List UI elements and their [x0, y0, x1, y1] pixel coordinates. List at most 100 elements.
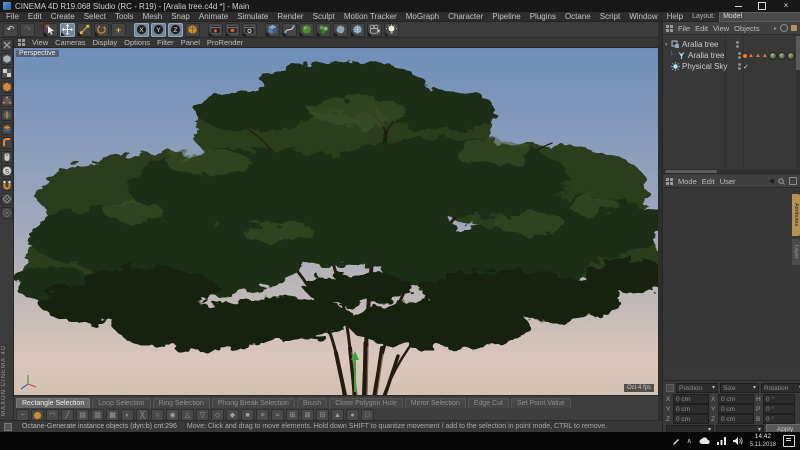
- material-tag-icon[interactable]: [769, 52, 777, 60]
- menu-character[interactable]: Character: [448, 12, 483, 21]
- menu-simulate[interactable]: Simulate: [237, 12, 268, 21]
- vp-menu-options[interactable]: Options: [124, 38, 150, 47]
- layout-select[interactable]: Model ▾: [719, 12, 800, 22]
- add-light-icon[interactable]: [384, 23, 399, 37]
- add-mograph-icon[interactable]: [316, 23, 331, 37]
- edit-render-settings-icon[interactable]: [242, 23, 257, 37]
- vp-menu-filter[interactable]: Filter: [157, 38, 174, 47]
- make-editable-icon[interactable]: [1, 39, 13, 51]
- visibility-dots[interactable]: [738, 52, 741, 59]
- close-button[interactable]: ×: [781, 2, 791, 11]
- material-tag-icon[interactable]: [778, 52, 786, 60]
- material-tag-icon[interactable]: [787, 52, 795, 60]
- menu-snap[interactable]: Snap: [171, 12, 190, 21]
- live-selection-icon[interactable]: [43, 23, 58, 37]
- model-mode-icon[interactable]: [1, 53, 13, 65]
- object-name[interactable]: Physical Sky: [682, 62, 727, 71]
- rotate-tool-icon[interactable]: [94, 23, 109, 37]
- octane-tag-icon[interactable]: [743, 54, 747, 58]
- vp-menu-prorender[interactable]: ProRender: [207, 38, 243, 47]
- position-z-field[interactable]: 0 cm: [673, 414, 709, 424]
- vp-menu-display[interactable]: Display: [93, 38, 118, 47]
- palette-tab[interactable]: Ring Selection: [153, 398, 210, 408]
- visibility-dots[interactable]: [738, 63, 741, 70]
- om-vertical-scrollbar[interactable]: [796, 34, 800, 168]
- position-x-field[interactable]: 0 cm: [673, 394, 709, 404]
- texture-mode-icon[interactable]: [1, 67, 13, 79]
- palette-tab[interactable]: Mirror Selection: [405, 398, 466, 408]
- om-menu-edit[interactable]: Edit: [695, 24, 708, 33]
- move-tool-icon[interactable]: [60, 23, 75, 37]
- points-mode-icon[interactable]: [1, 95, 13, 107]
- search-path-icon[interactable]: [780, 24, 788, 32]
- om-menu-file[interactable]: File: [678, 24, 690, 33]
- rotation-h-field[interactable]: 0 °: [763, 394, 795, 404]
- object-name[interactable]: Aralia tree: [682, 40, 718, 49]
- menu-file[interactable]: File: [6, 12, 19, 21]
- add-generator-icon[interactable]: [299, 23, 314, 37]
- menu-script[interactable]: Script: [600, 12, 620, 21]
- enable-axis-icon[interactable]: [1, 137, 13, 149]
- am-menu-edit[interactable]: Edit: [702, 177, 715, 186]
- menu-tools[interactable]: Tools: [115, 12, 134, 21]
- size-z-field[interactable]: 0 cm: [718, 414, 754, 424]
- am-menu-user[interactable]: User: [720, 177, 736, 186]
- add-primitive-icon[interactable]: [265, 23, 280, 37]
- filter-icon[interactable]: [791, 25, 797, 31]
- menu-create[interactable]: Create: [51, 12, 75, 21]
- vp-menu-panel[interactable]: Panel: [181, 38, 200, 47]
- position-mode-select[interactable]: Position▾: [676, 383, 718, 393]
- add-environment-icon[interactable]: [350, 23, 365, 37]
- menu-pipeline[interactable]: Pipeline: [492, 12, 520, 21]
- scale-tool-icon[interactable]: [77, 23, 92, 37]
- polygons-mode-icon[interactable]: [1, 123, 13, 135]
- palette-tab[interactable]: Set Point Value: [511, 398, 571, 408]
- add-spline-icon[interactable]: [282, 23, 297, 37]
- menu-octane[interactable]: Octane: [565, 12, 591, 21]
- palette-tab[interactable]: Close Polygon Hole: [329, 398, 402, 408]
- history-back-icon[interactable]: ◀: [769, 177, 774, 185]
- menu-render[interactable]: Render: [277, 12, 303, 21]
- lock-z-axis-icon[interactable]: Z: [168, 23, 183, 37]
- viewport-camera-label[interactable]: Perspective: [16, 50, 59, 57]
- om-menu-objects[interactable]: Objects: [734, 24, 759, 33]
- vp-menu-cameras[interactable]: Cameras: [55, 38, 85, 47]
- menu-mesh[interactable]: Mesh: [143, 12, 163, 21]
- last-tool-icon[interactable]: +: [111, 23, 126, 37]
- dock-tab-layer[interactable]: Layer: [792, 239, 800, 265]
- lock-workplane-icon[interactable]: [1, 207, 13, 219]
- chevron-up-icon[interactable]: ∧: [687, 438, 692, 445]
- volume-icon[interactable]: [733, 437, 743, 445]
- chevron-right-icon[interactable]: ▸: [774, 25, 777, 32]
- lock-y-axis-icon[interactable]: Y: [151, 23, 166, 37]
- dock-tab-attributes[interactable]: Attributes: [792, 194, 800, 236]
- compositing-tag-icon[interactable]: ✓: [743, 63, 749, 71]
- size-mode-select[interactable]: Size▾: [720, 383, 759, 393]
- om-menu-view[interactable]: View: [713, 24, 729, 33]
- am-menu-mode[interactable]: Mode: [678, 177, 697, 186]
- lock-x-axis-icon[interactable]: X: [134, 23, 149, 37]
- object-row[interactable]: └ Aralia tree ▲ ▲ ▲: [663, 50, 797, 61]
- add-deformer-icon[interactable]: [333, 23, 348, 37]
- menu-motion-tracker[interactable]: Motion Tracker: [344, 12, 397, 21]
- menu-mograph[interactable]: MoGraph: [406, 12, 439, 21]
- minimize-button[interactable]: [733, 2, 743, 11]
- object-name[interactable]: Aralia tree: [688, 51, 724, 60]
- render-view-icon[interactable]: [208, 23, 223, 37]
- menu-plugins[interactable]: Plugins: [530, 12, 556, 21]
- workplane-mode-icon[interactable]: [1, 193, 13, 205]
- edges-mode-icon[interactable]: [1, 109, 13, 121]
- panel-menu-icon[interactable]: [666, 178, 673, 185]
- object-row[interactable]: ▾ Aralia tree: [663, 39, 797, 50]
- palette-tab[interactable]: Phong Break Selection: [212, 398, 295, 408]
- render-to-picture-viewer-icon[interactable]: [225, 23, 240, 37]
- panel-menu-icon[interactable]: [18, 39, 25, 46]
- menu-select[interactable]: Select: [84, 12, 106, 21]
- maximize-button[interactable]: [757, 2, 767, 11]
- object-row[interactable]: Physical Sky ✓: [663, 61, 797, 72]
- rotation-b-field[interactable]: 0 °: [763, 414, 795, 424]
- om-horizontal-scrollbar[interactable]: [663, 169, 800, 174]
- panel-menu-icon[interactable]: [666, 384, 674, 392]
- menu-window[interactable]: Window: [629, 12, 657, 21]
- pen-icon[interactable]: [672, 437, 680, 445]
